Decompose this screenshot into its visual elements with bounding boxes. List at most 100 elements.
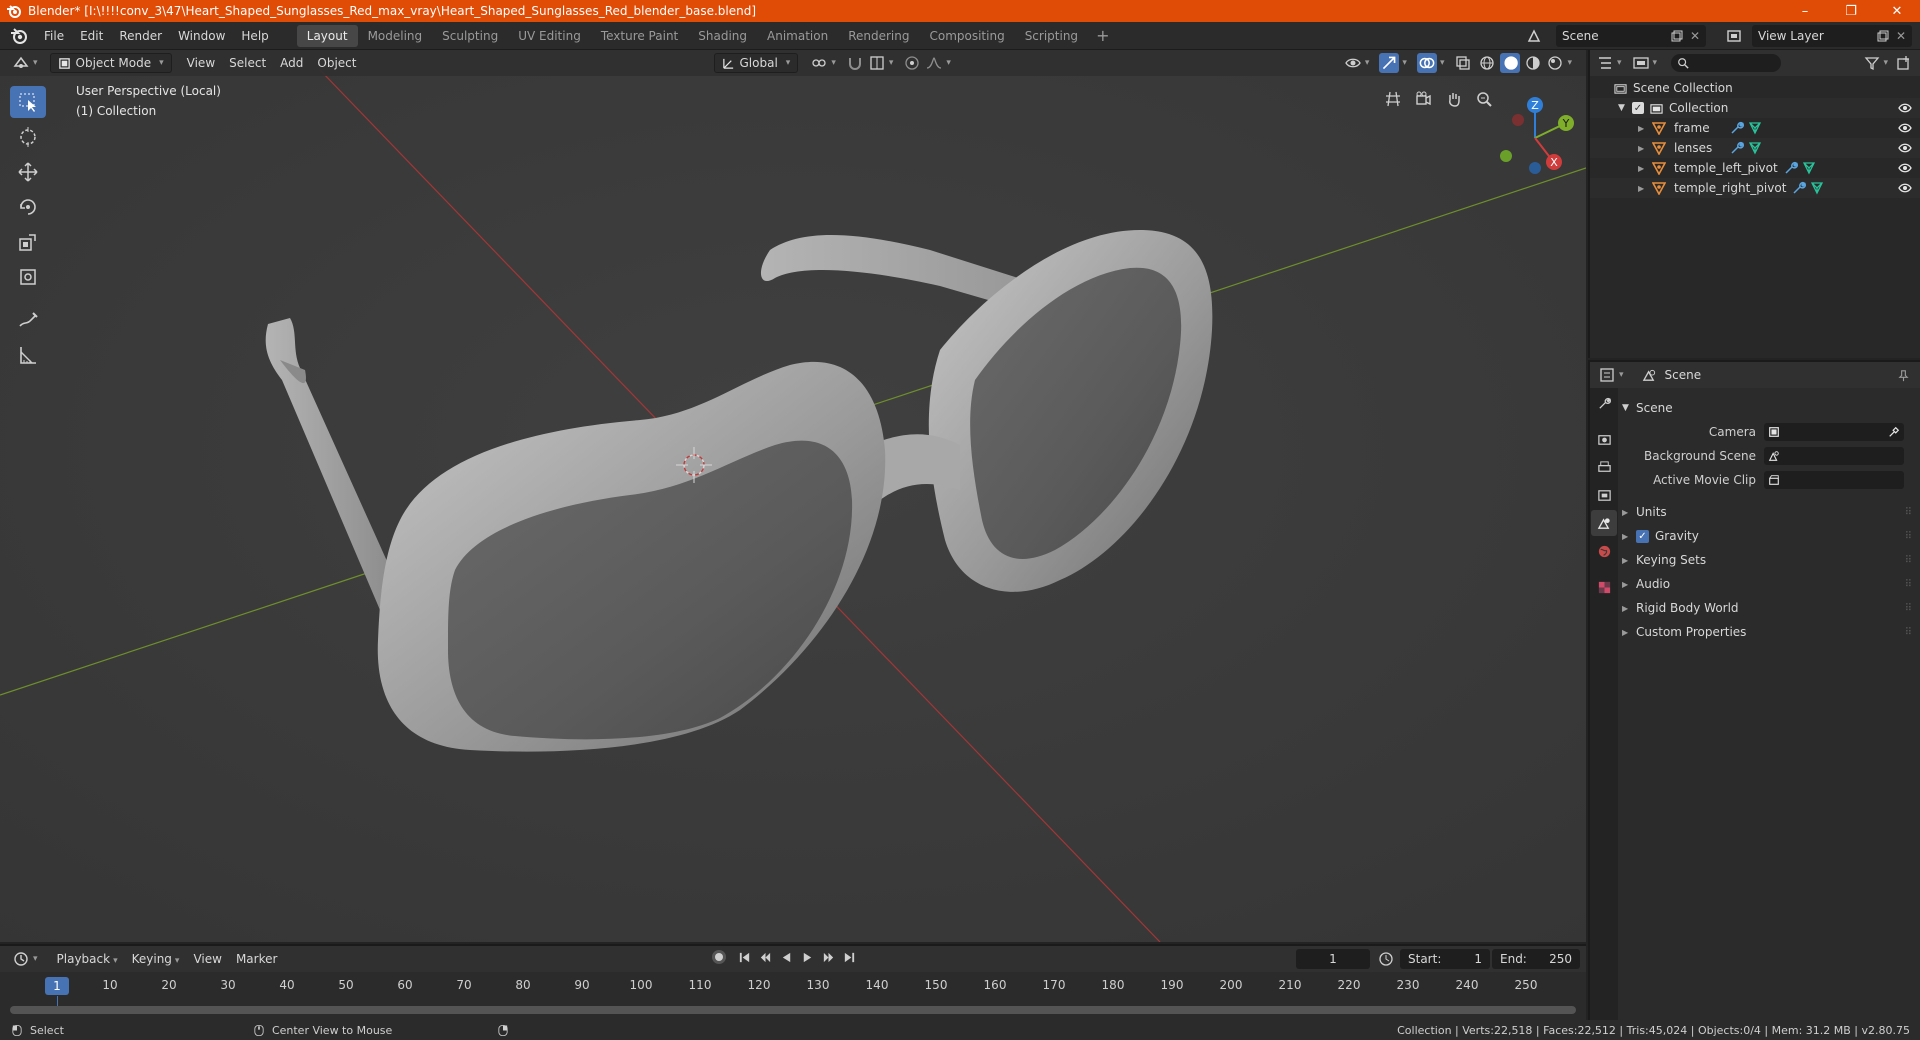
- timeline-menu-view[interactable]: View: [186, 949, 228, 969]
- viewport-menu-select[interactable]: Select: [222, 53, 273, 73]
- tab-render[interactable]: [1591, 426, 1617, 452]
- gravity-panel-header[interactable]: ▶ ✓ Gravity ⠿: [1622, 524, 1912, 548]
- outliner-editor-type-dropdown-icon[interactable]: ▾: [1617, 58, 1622, 68]
- expand-arrow-icon[interactable]: ▶: [1638, 184, 1652, 193]
- maximize-button[interactable]: ❐: [1828, 0, 1874, 22]
- visibility-eye-icon[interactable]: [1898, 181, 1912, 195]
- 3d-viewport[interactable]: ▾ Object Mode ▾ View Select Add Object G…: [0, 50, 1586, 942]
- display-mode-icon[interactable]: [1632, 54, 1650, 72]
- audio-panel-header[interactable]: ▶ Audio ⠿: [1622, 572, 1912, 596]
- visibility-eye-icon[interactable]: [1898, 141, 1912, 155]
- tab-output[interactable]: [1591, 454, 1617, 480]
- tool-scale[interactable]: [10, 226, 46, 258]
- navigation-gizmo[interactable]: Z Y X: [1490, 90, 1580, 180]
- rendered-shading-icon[interactable]: [1546, 54, 1564, 72]
- tab-scene[interactable]: [1591, 510, 1617, 536]
- modifier-wrench-icon[interactable]: [1792, 181, 1806, 195]
- tab-texture[interactable]: [1591, 574, 1617, 600]
- menu-render[interactable]: Render: [111, 25, 170, 47]
- jump-start-icon[interactable]: [738, 951, 751, 964]
- tool-transform[interactable]: [10, 261, 46, 293]
- background-scene-field[interactable]: [1764, 447, 1904, 465]
- panel-drag-handle-icon[interactable]: ⠿: [1905, 627, 1912, 638]
- falloff-icon[interactable]: [925, 54, 943, 72]
- outliner-row-collection[interactable]: ▼ ✓ Collection: [1590, 98, 1920, 118]
- workspace-tab-texture-paint[interactable]: Texture Paint: [591, 25, 688, 47]
- timeline-scrollbar[interactable]: [10, 1006, 1576, 1014]
- wireframe-shading-icon[interactable]: [1478, 54, 1496, 72]
- mode-selector[interactable]: Object Mode ▾: [49, 53, 172, 73]
- pivot-dropdown-icon[interactable]: ▾: [831, 58, 836, 68]
- current-frame-field[interactable]: 1: [1296, 949, 1370, 969]
- proportional-editing-icon[interactable]: [903, 54, 921, 72]
- tab-view-layer[interactable]: [1591, 482, 1617, 508]
- timeline-editor-type-icon[interactable]: [12, 950, 30, 968]
- mesh-data-icon[interactable]: [1802, 161, 1816, 175]
- workspace-tab-rendering[interactable]: Rendering: [838, 25, 919, 47]
- units-panel-header[interactable]: ▶ Units ⠿: [1622, 500, 1912, 524]
- tab-tool[interactable]: [1591, 390, 1617, 416]
- expand-arrow-icon[interactable]: ▶: [1638, 144, 1652, 153]
- scene-selector[interactable]: Scene ✕: [1556, 25, 1706, 47]
- outliner-row-object[interactable]: ▶ frame: [1590, 118, 1920, 138]
- pivot-point-icon[interactable]: [810, 54, 828, 72]
- visibility-eye-icon[interactable]: [1898, 161, 1912, 175]
- properties-editor-type-icon[interactable]: [1598, 366, 1616, 384]
- frame-ruler[interactable]: 1 10 20 30 40 50 60 70 80 90 100 110 120…: [0, 976, 1586, 996]
- play-reverse-icon[interactable]: [780, 951, 793, 964]
- timeline-menu-keying[interactable]: Keying ▾: [125, 949, 187, 969]
- collapse-arrow-icon[interactable]: ▼: [1618, 103, 1632, 113]
- scene-panel-header[interactable]: ▼ Scene: [1622, 396, 1912, 420]
- keying-sets-panel-header[interactable]: ▶ Keying Sets ⠿: [1622, 548, 1912, 572]
- play-icon[interactable]: [801, 951, 814, 964]
- gravity-checkbox[interactable]: ✓: [1636, 529, 1649, 543]
- visibility-eye-icon[interactable]: [1898, 101, 1912, 115]
- snap-target-icon[interactable]: [868, 54, 886, 72]
- outliner-search-input[interactable]: [1671, 54, 1782, 72]
- outliner-editor-type-icon[interactable]: [1596, 54, 1614, 72]
- remove-scene-icon[interactable]: ✕: [1690, 29, 1700, 43]
- remove-view-layer-icon[interactable]: ✕: [1896, 29, 1906, 43]
- viewport-menu-add[interactable]: Add: [273, 53, 310, 73]
- visibility-dropdown-icon[interactable]: ▾: [1365, 58, 1370, 68]
- end-frame-field[interactable]: End: 250: [1492, 949, 1580, 969]
- tool-cursor[interactable]: [10, 121, 46, 153]
- new-collection-icon[interactable]: [1896, 55, 1912, 71]
- timeline-menu-marker[interactable]: Marker: [229, 949, 284, 969]
- mesh-data-icon[interactable]: [1748, 141, 1762, 155]
- add-workspace-button[interactable]: +: [1088, 26, 1117, 45]
- visibility-selectability-icon[interactable]: [1344, 54, 1362, 72]
- tab-world[interactable]: [1591, 538, 1617, 564]
- collection-exclude-checkbox[interactable]: ✓: [1632, 102, 1644, 114]
- mesh-data-icon[interactable]: [1810, 181, 1824, 195]
- workspace-tab-sculpting[interactable]: Sculpting: [432, 25, 508, 47]
- tool-measure[interactable]: [10, 339, 46, 371]
- playhead[interactable]: 1: [45, 977, 69, 995]
- workspace-tab-scripting[interactable]: Scripting: [1015, 25, 1088, 47]
- expand-arrow-icon[interactable]: ▶: [1638, 124, 1652, 133]
- outliner-row-object[interactable]: ▶ temple_left_pivot: [1590, 158, 1920, 178]
- modifier-wrench-icon[interactable]: [1784, 161, 1798, 175]
- workspace-tab-shading[interactable]: Shading: [688, 25, 757, 47]
- snap-dropdown-icon[interactable]: ▾: [889, 58, 894, 68]
- duplicate-scene-icon[interactable]: [1670, 29, 1684, 43]
- duplicate-view-layer-icon[interactable]: [1876, 29, 1890, 43]
- menu-window[interactable]: Window: [170, 25, 233, 47]
- xray-toggle-icon[interactable]: [1454, 54, 1472, 72]
- gizmo-toggle-icon[interactable]: [1379, 53, 1400, 73]
- view-layer-selector[interactable]: View Layer ✕: [1752, 25, 1912, 47]
- modifier-wrench-icon[interactable]: [1730, 141, 1744, 155]
- workspace-tab-layout[interactable]: Layout: [296, 24, 358, 47]
- panel-drag-handle-icon[interactable]: ⠿: [1905, 579, 1912, 590]
- panel-drag-handle-icon[interactable]: ⠿: [1905, 507, 1912, 518]
- workspace-tab-modeling[interactable]: Modeling: [358, 25, 433, 47]
- rigid-body-world-panel-header[interactable]: ▶ Rigid Body World ⠿: [1622, 596, 1912, 620]
- toggle-grid-view-button[interactable]: [1380, 86, 1406, 112]
- eyedropper-icon[interactable]: [1888, 426, 1900, 438]
- gizmo-dropdown-icon[interactable]: ▾: [1402, 58, 1407, 68]
- panel-drag-handle-icon[interactable]: ⠿: [1905, 603, 1912, 614]
- tool-move[interactable]: [10, 156, 46, 188]
- pan-view-button[interactable]: [1441, 86, 1467, 112]
- solid-shading-icon[interactable]: [1500, 53, 1521, 73]
- blender-menu-icon[interactable]: [8, 25, 30, 47]
